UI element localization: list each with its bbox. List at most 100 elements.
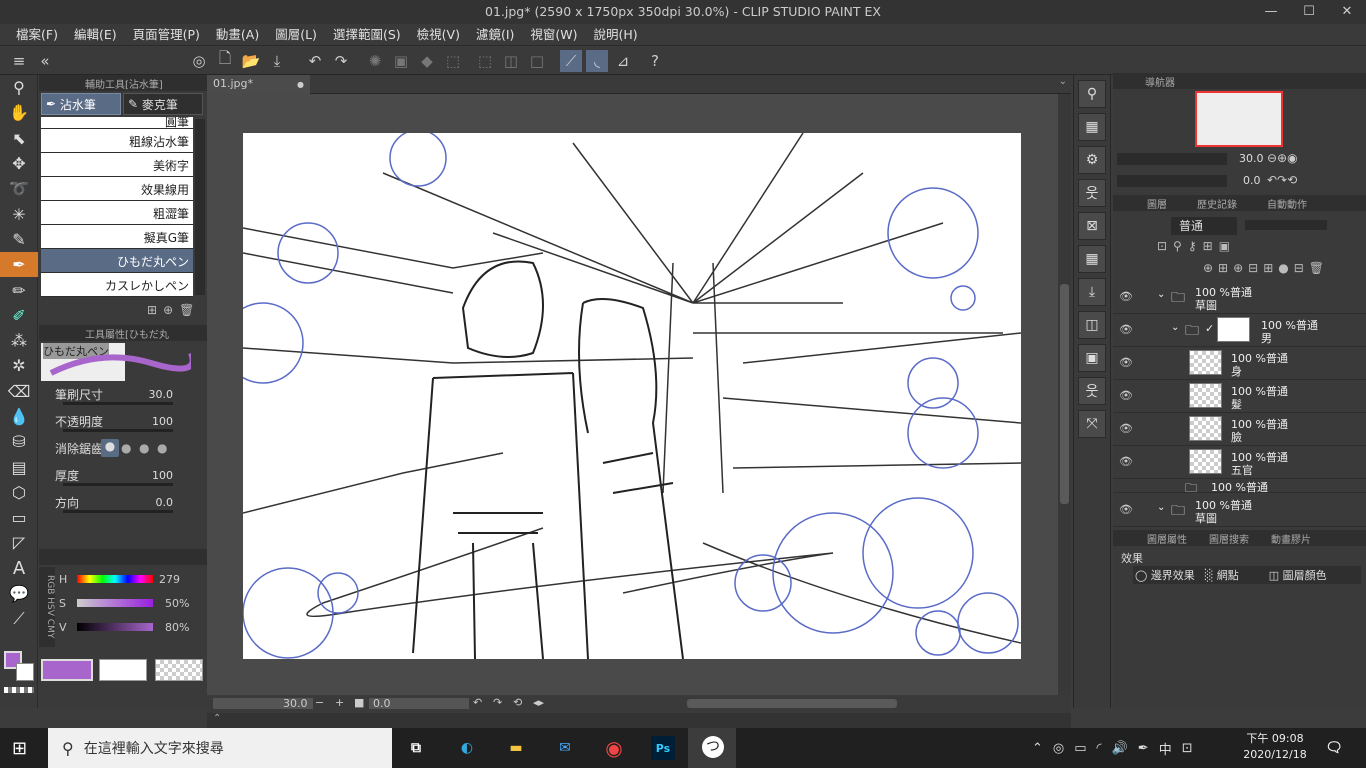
text-tool-icon[interactable]: A bbox=[0, 556, 38, 581]
menu-window[interactable]: 視窗(W) bbox=[522, 24, 585, 46]
menu-layer[interactable]: 圖層(L) bbox=[267, 24, 325, 46]
snap-grid-icon[interactable]: ⊿ bbox=[612, 50, 634, 72]
lasso-tool-icon[interactable]: ➰ bbox=[0, 176, 38, 201]
drawing-canvas[interactable] bbox=[243, 133, 1021, 659]
person-material-icon[interactable]: 웃 bbox=[1078, 377, 1106, 405]
object-tool-icon[interactable]: ⬉ bbox=[0, 126, 38, 151]
tab-marker[interactable]: ✎ 麥克筆 bbox=[123, 93, 203, 115]
brush-tool-icon[interactable]: ✐ bbox=[0, 303, 38, 328]
help-icon[interactable]: ? bbox=[644, 50, 666, 72]
pencil-tool-icon[interactable]: ✏ bbox=[0, 277, 38, 302]
layer-row[interactable]: 👁 100 %普通 臉 bbox=[1113, 413, 1366, 446]
tab-animation-cels[interactable]: 動畫膠片 bbox=[1271, 531, 1311, 546]
hue-slider[interactable] bbox=[77, 575, 153, 583]
copy-subtool-icon[interactable]: ⊞ bbox=[147, 303, 157, 317]
tab-hsv[interactable]: HSV bbox=[45, 598, 55, 617]
frame-tool-icon[interactable]: ▭ bbox=[0, 505, 38, 530]
layer-row[interactable]: 👁 ⌄ 🗀 100 %普通 草圖 bbox=[1113, 281, 1366, 314]
tab-cmy[interactable]: CMY bbox=[45, 619, 55, 639]
layer-search-icon[interactable]: ⊠ bbox=[1078, 212, 1106, 240]
expand-up-icon[interactable]: ⌃ bbox=[213, 713, 221, 724]
menu-view[interactable]: 檢視(V) bbox=[409, 24, 468, 46]
3d-pose-icon[interactable]: 웃 bbox=[1078, 179, 1106, 207]
brush-list-scrollbar[interactable] bbox=[195, 119, 205, 295]
brush-item-selected[interactable]: ひもだ丸ペン bbox=[41, 249, 193, 273]
saturation-row[interactable]: S 50% bbox=[59, 591, 207, 615]
transform-material-icon[interactable]: ⤧ bbox=[1078, 410, 1106, 438]
collapse-left-icon[interactable]: « bbox=[34, 50, 56, 72]
tab-dip-pen[interactable]: ✒ 沾水筆 bbox=[41, 93, 121, 115]
direction-row[interactable]: 方向 0.0 bbox=[39, 489, 207, 516]
figure-tool-icon[interactable]: ⬡ bbox=[0, 480, 38, 505]
layer-row[interactable]: 👁 100 %普通 髮 bbox=[1113, 380, 1366, 413]
navigator-zoom-value[interactable]: 30.0 bbox=[1239, 152, 1264, 165]
volume-icon[interactable]: 🔊 bbox=[1112, 741, 1128, 756]
tray-camera-icon[interactable]: ◎ bbox=[1053, 741, 1064, 756]
menu-selection[interactable]: 選擇範圍(S) bbox=[325, 24, 409, 46]
menu-animation[interactable]: 動畫(A) bbox=[208, 24, 267, 46]
layer-opacity-slider[interactable] bbox=[1245, 220, 1327, 230]
material-icon[interactable]: ⚙ bbox=[1078, 146, 1106, 174]
rotate-right-icon[interactable]: ↷ bbox=[493, 696, 502, 709]
zoom-tool-icon[interactable]: ⚲ bbox=[0, 75, 38, 100]
sub-color-swatch[interactable] bbox=[16, 663, 34, 681]
airbrush-tool-icon[interactable]: ⁂ bbox=[0, 328, 38, 353]
aa-level-2-icon[interactable]: ● bbox=[139, 441, 157, 455]
tab-history[interactable]: 歷史記錄 bbox=[1197, 196, 1237, 211]
correction-tool-icon[interactable]: ⟋ bbox=[0, 606, 38, 631]
zoom-value[interactable]: 30.0 bbox=[283, 697, 308, 710]
zoom-in-icon[interactable]: + bbox=[335, 696, 344, 709]
thickness-row[interactable]: 厚度 100 bbox=[39, 462, 207, 489]
value-slider[interactable] bbox=[77, 623, 153, 631]
navigator-rotate-slider[interactable] bbox=[1117, 175, 1227, 187]
new-file-icon[interactable]: 🗋 bbox=[214, 49, 236, 72]
move-tool-icon[interactable]: ✥ bbox=[0, 151, 38, 176]
navigator-rotate-value[interactable]: 0.0 bbox=[1243, 174, 1261, 187]
tab-layer-search[interactable]: 圖層搜索 bbox=[1209, 531, 1249, 546]
main-color-chip[interactable] bbox=[41, 659, 93, 681]
thickness-value[interactable]: 100 bbox=[152, 469, 173, 482]
layer-row[interactable]: 👁 ⌄ 🗀 ✓ 100 %普通 男 bbox=[1113, 314, 1366, 347]
download-icon[interactable]: ⤓ bbox=[1078, 278, 1106, 306]
hue-row[interactable]: H 279 bbox=[59, 567, 207, 591]
aa-level-0-icon[interactable]: ● bbox=[101, 439, 119, 457]
brush-item[interactable]: 美術字 bbox=[41, 153, 193, 177]
blend-mode-select[interactable]: 普通 bbox=[1171, 217, 1237, 235]
fit-screen-icon[interactable]: ■ bbox=[354, 696, 364, 709]
clip-studio-icon[interactable]: ◎ bbox=[188, 50, 210, 72]
visibility-eye-icon[interactable]: 👁 bbox=[1119, 422, 1133, 435]
battery-icon[interactable]: ▭ bbox=[1074, 741, 1086, 756]
open-file-icon[interactable]: 📂 bbox=[240, 50, 262, 72]
hand-tool-icon[interactable]: ✋ bbox=[0, 100, 38, 125]
fill-icon[interactable]: ◆ bbox=[416, 50, 438, 72]
ruler-tool-icon[interactable]: ◸ bbox=[0, 530, 38, 555]
brush-item[interactable]: 圓筆 bbox=[41, 117, 193, 129]
tab-layer-property[interactable]: 圖層屬性 bbox=[1147, 531, 1187, 546]
gradient-tool-icon[interactable]: ▤ bbox=[0, 454, 38, 479]
saturation-slider[interactable] bbox=[77, 599, 153, 607]
edge-icon[interactable]: ◐ bbox=[455, 736, 479, 760]
aa-level-1-icon[interactable]: ● bbox=[121, 441, 139, 455]
mail-icon[interactable]: ✉ bbox=[553, 736, 577, 760]
opacity-row[interactable]: 不透明度 100 bbox=[39, 408, 207, 435]
notification-icon[interactable]: 🗨 bbox=[1322, 736, 1346, 760]
value-value[interactable]: 80% bbox=[165, 621, 189, 634]
brush-item[interactable]: 粗線沾水筆 bbox=[41, 129, 193, 153]
visibility-eye-icon[interactable]: 👁 bbox=[1119, 389, 1133, 402]
layer-row[interactable]: 👁 100 %普通 五官 bbox=[1113, 446, 1366, 479]
layer-row[interactable]: 👁 ⌄ 🗀 100 %普通 草圖 bbox=[1113, 494, 1366, 527]
expand-folder-icon[interactable]: ⌄ bbox=[1157, 289, 1165, 300]
menu-filter[interactable]: 濾鏡(I) bbox=[468, 24, 522, 46]
navigator-panel-icon[interactable]: ⚲ bbox=[1078, 80, 1106, 108]
border-effect-button[interactable]: ◯ 邊界效果 bbox=[1135, 567, 1195, 583]
document-tab[interactable]: 01.jpg* ● bbox=[207, 75, 310, 94]
file-explorer-icon[interactable]: ▬ bbox=[504, 736, 528, 760]
start-button[interactable]: ⊞ bbox=[12, 738, 27, 759]
deselect-icon[interactable]: ⬚ bbox=[474, 50, 496, 72]
pen-icon[interactable]: ✒ bbox=[1138, 741, 1149, 756]
brush-item[interactable]: カスレかしペン bbox=[41, 273, 193, 297]
value-row[interactable]: V 80% bbox=[59, 615, 207, 639]
brush-item[interactable]: 粗澀筆 bbox=[41, 201, 193, 225]
menu-help[interactable]: 說明(H) bbox=[586, 24, 646, 46]
photoshop-icon[interactable]: Ps bbox=[651, 736, 675, 760]
